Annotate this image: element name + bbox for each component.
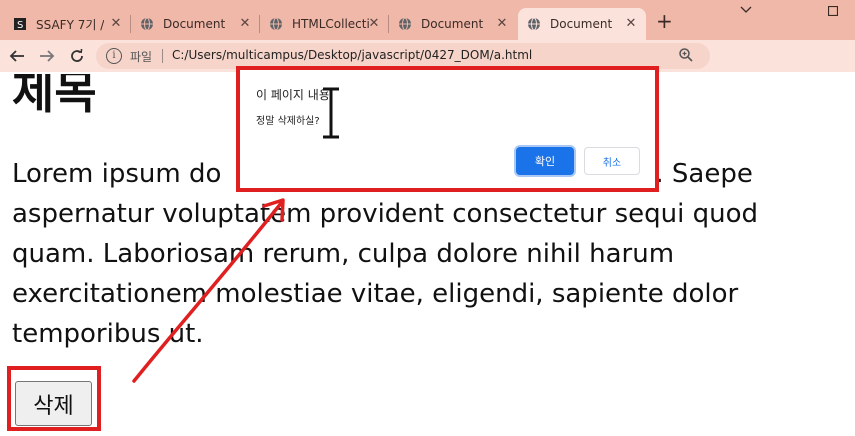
tab-document-2[interactable]: Document ✕ (389, 8, 517, 40)
file-scheme-label: 파일 (130, 50, 153, 64)
close-icon[interactable]: ✕ (495, 17, 509, 31)
zoom-icon[interactable] (678, 47, 696, 65)
globe-icon (397, 16, 413, 32)
globe-icon (268, 16, 284, 32)
tab-strip: S SSAFY 7기 / ✕ Document ✕ HTMLCollecti ✕… (0, 0, 855, 40)
tab-title: HTMLCollecti (292, 17, 370, 31)
tab-title: Document (163, 17, 226, 31)
tab-title: Document (550, 17, 613, 31)
tab-htmlcollection[interactable]: HTMLCollecti ✕ (260, 8, 389, 40)
tab-title: SSAFY 7기 / (36, 17, 105, 32)
tab-title: Document (421, 17, 484, 31)
dialog-highlight-box (236, 66, 659, 192)
globe-icon (526, 16, 542, 32)
tab-document-1[interactable]: Document ✕ (131, 8, 260, 40)
back-arrow-icon[interactable] (6, 45, 28, 67)
new-tab-button[interactable]: + (656, 11, 673, 31)
button-highlight-box (7, 366, 101, 431)
url-text[interactable]: C:/Users/multicampus/Desktop/javascript/… (172, 48, 532, 62)
close-icon[interactable]: ✕ (367, 17, 381, 31)
ssafy-logo-icon: S (12, 16, 28, 32)
info-icon[interactable]: i (106, 48, 122, 64)
globe-icon (139, 16, 155, 32)
maximize-icon[interactable] (827, 5, 839, 19)
close-icon[interactable]: ✕ (109, 17, 123, 31)
close-icon[interactable]: ✕ (238, 17, 252, 31)
tab-document-active[interactable]: Document ✕ (518, 8, 646, 40)
svg-text:S: S (17, 20, 23, 31)
tab-ssafy[interactable]: S SSAFY 7기 / ✕ (4, 8, 131, 40)
reload-icon[interactable] (66, 45, 88, 67)
chevron-down-icon[interactable] (740, 4, 752, 18)
close-icon[interactable]: ✕ (624, 17, 638, 31)
forward-arrow-icon[interactable] (36, 45, 58, 67)
